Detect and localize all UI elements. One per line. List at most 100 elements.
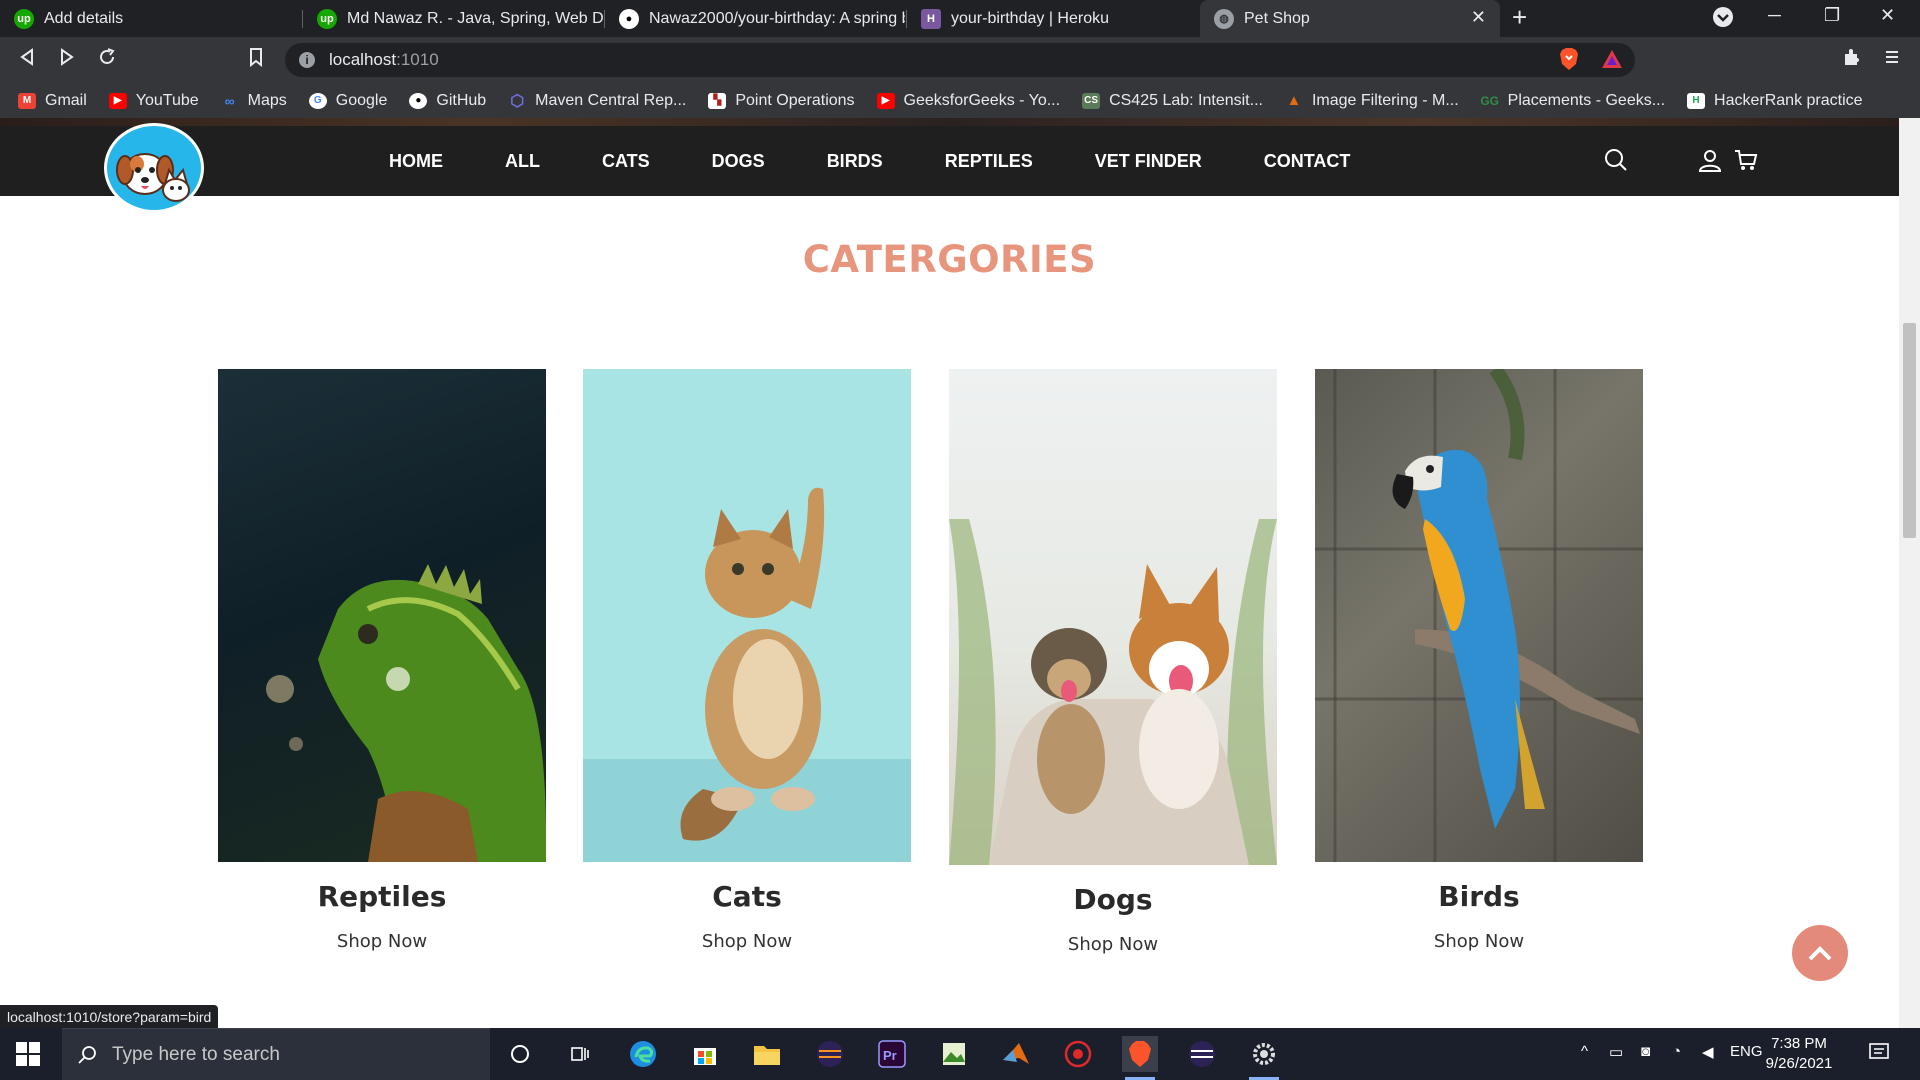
- new-tab-button[interactable]: +: [1512, 2, 1527, 33]
- brave-browser-icon[interactable]: [1122, 1036, 1158, 1080]
- file-explorer-icon[interactable]: [749, 1036, 785, 1072]
- category-card-dogs[interactable]: Dogs Shop Now: [949, 369, 1277, 955]
- bookmark-github[interactable]: ● GitHub: [409, 92, 486, 110]
- image-viewer-icon[interactable]: [936, 1036, 972, 1072]
- bookmark-google[interactable]: G Google: [308, 92, 387, 110]
- shop-now-link[interactable]: Shop Now: [218, 931, 546, 952]
- point-ops-icon: ▚: [708, 92, 727, 109]
- tab-title: Md Nawaz R. - Java, Spring, Web Deve: [347, 9, 603, 27]
- back-icon[interactable]: [18, 47, 36, 73]
- windows-start-icon[interactable]: [16, 1042, 40, 1071]
- bookmark-youtube[interactable]: ▶ YouTube: [108, 92, 199, 110]
- eclipse-icon[interactable]: [812, 1036, 848, 1072]
- dogs-photo[interactable]: [949, 369, 1277, 865]
- bookmark-cs425[interactable]: CS CS425 Lab: Intensit...: [1082, 92, 1263, 110]
- bookmark-gmail[interactable]: M Gmail: [18, 92, 87, 110]
- category-card-birds[interactable]: Birds Shop Now: [1315, 369, 1643, 952]
- cortana-icon[interactable]: [502, 1036, 538, 1072]
- shop-now-link[interactable]: Shop Now: [949, 934, 1277, 955]
- battery-icon[interactable]: ▭: [1609, 1043, 1623, 1061]
- restore-icon[interactable]: ❐: [1824, 5, 1840, 26]
- kitten-photo[interactable]: [583, 369, 911, 862]
- shop-now-link[interactable]: Shop Now: [1315, 931, 1643, 952]
- reload-icon[interactable]: [97, 47, 117, 73]
- nav-home[interactable]: HOME: [389, 151, 443, 172]
- link-status-bar: localhost:1010/store?param=bird: [0, 1005, 219, 1028]
- task-view-icon[interactable]: [562, 1036, 598, 1072]
- notifications-icon[interactable]: [1868, 1041, 1890, 1067]
- store-icon[interactable]: [687, 1036, 723, 1072]
- camera-icon[interactable]: ◙: [1641, 1043, 1650, 1060]
- maps-icon: ∞: [224, 92, 235, 109]
- bookmark-placements[interactable]: GG Placements - Geeks...: [1480, 92, 1665, 110]
- bookmark-hackerrank[interactable]: H HackerRank practice: [1687, 92, 1863, 110]
- cs-icon: CS: [1082, 92, 1101, 109]
- tab-title: Pet Shop: [1244, 9, 1310, 27]
- browser-toolbar: i localhost:1010: [0, 37, 1920, 83]
- search-icon: [78, 1045, 96, 1064]
- matlab-icon[interactable]: [998, 1036, 1034, 1072]
- close-tab-icon[interactable]: ✕: [1471, 7, 1486, 28]
- pet-shop-logo[interactable]: [104, 123, 204, 213]
- category-card-reptiles[interactable]: Reptiles Shop Now: [218, 369, 546, 952]
- tab-heroku[interactable]: H your-birthday | Heroku: [907, 0, 1197, 37]
- iguana-photo[interactable]: [218, 369, 546, 862]
- page-scrollbar[interactable]: [1899, 118, 1920, 1028]
- brave-shields-icon[interactable]: [1558, 47, 1580, 71]
- nav-vet-finder[interactable]: VET FINDER: [1095, 151, 1202, 172]
- bookmark-label: Maps: [247, 91, 287, 109]
- tab-add-details[interactable]: up Add details: [0, 0, 300, 37]
- wifi-icon[interactable]: ◔: [1672, 1043, 1681, 1060]
- user-icon[interactable]: [1698, 148, 1722, 177]
- category-name: Birds: [1438, 880, 1520, 913]
- browser-tab-strip: up Add details up Md Nawaz R. - Java, Sp…: [0, 0, 1920, 37]
- nav-birds[interactable]: BIRDS: [827, 151, 883, 172]
- scroll-to-top-button[interactable]: [1792, 925, 1848, 981]
- site-info-icon[interactable]: i: [299, 52, 315, 68]
- menu-icon[interactable]: [1884, 47, 1900, 73]
- bookmark-label: Maven Central Rep...: [535, 91, 687, 109]
- window-close-icon[interactable]: ✕: [1880, 5, 1895, 26]
- language-indicator[interactable]: ENG: [1730, 1043, 1763, 1060]
- scrollbar-thumb[interactable]: [1903, 323, 1916, 538]
- tab-pet-shop[interactable]: ◍ Pet Shop ✕: [1200, 0, 1500, 37]
- bookmark-maven[interactable]: ⬡ Maven Central Rep...: [508, 92, 686, 110]
- extensions-icon[interactable]: [1842, 47, 1862, 73]
- taskbar-search-box[interactable]: Type here to search: [62, 1028, 490, 1080]
- page-viewport: HOME ALL CATS DOGS BIRDS REPTILES VET FI…: [0, 118, 1920, 1028]
- bookmark-image-filtering[interactable]: ▲ Image Filtering - M...: [1285, 92, 1459, 110]
- premiere-pro-icon[interactable]: Pr: [874, 1036, 910, 1072]
- search-icon[interactable]: [1604, 148, 1628, 177]
- nav-cats[interactable]: CATS: [602, 151, 650, 172]
- cart-icon[interactable]: [1734, 148, 1758, 177]
- gmail-icon: M: [18, 92, 36, 109]
- category-name: Reptiles: [317, 880, 447, 913]
- macaw-photo[interactable]: [1315, 369, 1643, 862]
- address-bar[interactable]: i localhost:1010: [285, 43, 1635, 77]
- bookmark-maps[interactable]: ∞ Maps: [221, 92, 287, 110]
- bookmark-icon[interactable]: [248, 47, 264, 73]
- minimize-icon[interactable]: ─: [1768, 5, 1781, 26]
- eclipse-ide-icon[interactable]: [1184, 1036, 1220, 1072]
- shop-now-link[interactable]: Shop Now: [583, 931, 911, 952]
- nav-dogs[interactable]: DOGS: [712, 151, 765, 172]
- taskbar-clock[interactable]: 7:38 PM 9/26/2021: [1762, 1034, 1836, 1074]
- tab-upwork-profile[interactable]: up Md Nawaz R. - Java, Spring, Web Deve: [303, 0, 603, 37]
- bookmark-point-operations[interactable]: ▚ Point Operations: [708, 92, 855, 110]
- nav-reptiles[interactable]: REPTILES: [945, 151, 1033, 172]
- screen-recorder-icon[interactable]: [1060, 1036, 1096, 1072]
- brave-rewards-icon[interactable]: [1601, 47, 1623, 71]
- bookmark-label: GeeksforGeeks - Yo...: [903, 91, 1061, 109]
- profile-dropdown-icon[interactable]: [1712, 6, 1734, 33]
- tray-overflow-icon[interactable]: ^: [1581, 1043, 1588, 1060]
- github-icon: ●: [409, 92, 428, 109]
- nav-all[interactable]: ALL: [505, 151, 540, 172]
- settings-gear-icon[interactable]: [1246, 1036, 1282, 1080]
- volume-icon[interactable]: ◀: [1702, 1043, 1714, 1061]
- category-card-cats[interactable]: Cats Shop Now: [583, 369, 911, 952]
- forward-icon[interactable]: [58, 47, 76, 73]
- tab-github-repo[interactable]: ● Nawaz2000/your-birthday: A spring bo: [605, 0, 905, 37]
- nav-contact[interactable]: CONTACT: [1264, 151, 1351, 172]
- bookmark-geeksforgeeks-youtube[interactable]: ▶ GeeksforGeeks - Yo...: [876, 91, 1061, 110]
- edge-icon[interactable]: [625, 1036, 661, 1072]
